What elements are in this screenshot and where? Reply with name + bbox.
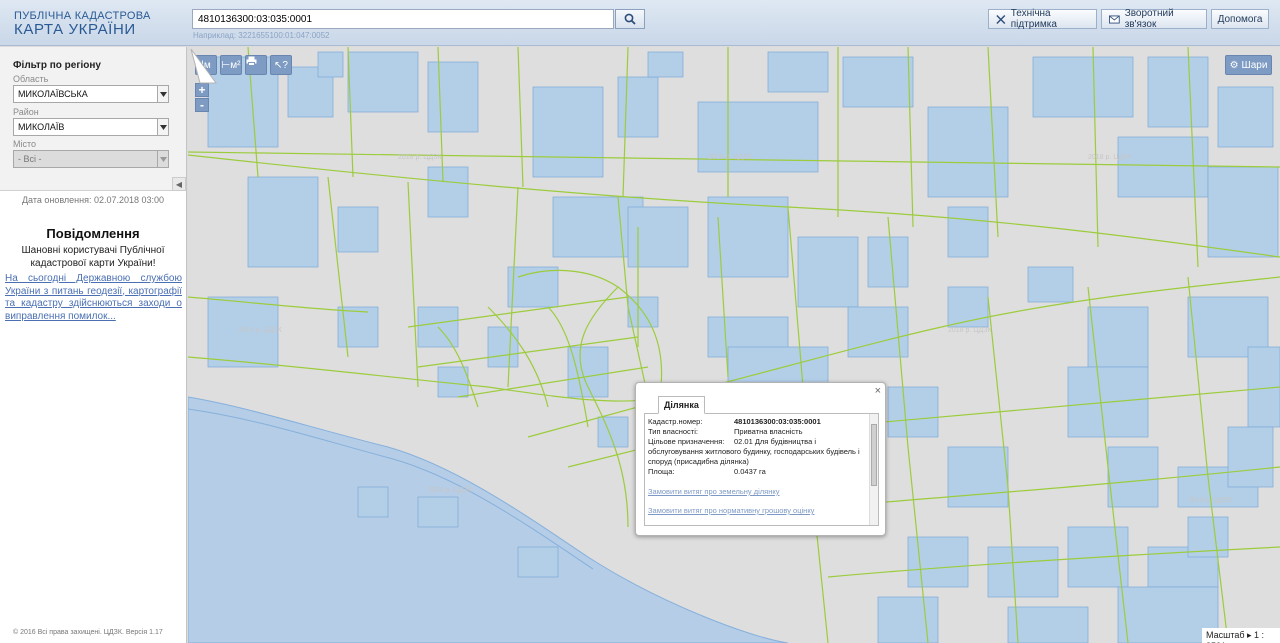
row-value: 0.0437 га [734, 467, 766, 476]
svg-text:2018 р. ЦДЗК: 2018 р. ЦДЗК [428, 487, 472, 494]
city-label: Місто [13, 139, 37, 149]
parcel-info-popup: × Ділянка Кадастр.номер: 4810136300:03:0… [635, 382, 886, 536]
zoom-out-button[interactable]: - [195, 98, 209, 112]
scale-indicator: Масштаб ▸ 1 : 8531 [1202, 628, 1280, 643]
tech-support-label: Технічна підтримка [1010, 8, 1057, 30]
tab-parcel[interactable]: Ділянка [658, 396, 705, 414]
chevron-down-icon [157, 86, 168, 102]
svg-text:2018 р. ЦДЗК: 2018 р. ЦДЗК [238, 327, 282, 334]
print-button[interactable] [245, 55, 267, 75]
feedback-button[interactable]: Зворотний зв'язок [1101, 8, 1207, 30]
measure-area-button[interactable]: ⊢м² [220, 55, 242, 75]
svg-text:2018 р. ЦДЗК: 2018 р. ЦДЗК [708, 154, 752, 161]
row-value: 02.01 Для будівництва і обслуговування ж… [648, 437, 860, 466]
district-label: Район [13, 107, 39, 117]
svg-text:2018 р. ЦДЗК: 2018 р. ЦДЗК [398, 154, 442, 161]
gear-icon: ⚙ [1229, 59, 1239, 71]
feedback-label: Зворотний зв'язок [1124, 8, 1174, 30]
help-button[interactable]: Допомога [1211, 9, 1269, 29]
area-ruler-icon: ⊢м² [221, 59, 241, 71]
site-logo[interactable]: ПУБЛІЧНА КАДАСТРОВА КАРТА УКРАЇНИ [14, 10, 151, 38]
row-key: Кадастр.номер: [648, 417, 703, 426]
notice-link[interactable]: На сьогодні Державною службою України з … [5, 273, 182, 323]
region-select[interactable]: МИКОЛАЇВСЬКА [13, 85, 169, 103]
cursor-question-icon: ↖? [274, 59, 288, 71]
row-value: 4810136300:03:035:0001 [734, 417, 821, 426]
header-bar: ПУБЛІЧНА КАДАСТРОВА КАРТА УКРАЇНИ Наприк… [0, 0, 1280, 46]
notice-greeting: Шановні користувачі Публічної кадастрово… [21, 245, 165, 269]
district-select-value: МИКОЛАЇВ [18, 122, 65, 132]
tech-support-button[interactable]: Технічна підтримка [988, 8, 1097, 30]
row-key: Тип власності: [648, 427, 698, 436]
help-label: Допомога [1217, 13, 1263, 25]
tools-icon [996, 14, 1006, 24]
row-purpose: Цільове призначення: 02.01 Для будівницт… [648, 437, 870, 467]
layers-button[interactable]: ⚙ Шари [1225, 55, 1272, 75]
chevron-down-icon [157, 119, 168, 135]
scrollbar-thumb[interactable] [871, 424, 877, 486]
layers-label: Шари [1241, 59, 1268, 71]
svg-text:2018 р. ЦДЗК: 2018 р. ЦДЗК [948, 327, 992, 334]
envelope-icon [1109, 14, 1120, 24]
sidebar: Фільтр по регіону Область МИКОЛАЇВСЬКА Р… [0, 47, 187, 643]
region-filter-panel: Фільтр по регіону Область МИКОЛАЇВСЬКА Р… [0, 47, 186, 191]
svg-text:2018 р. ЦДЗК: 2018 р. ЦДЗК [1188, 497, 1232, 504]
chevron-down-icon [157, 151, 168, 167]
svg-text:2018 р. ЦДЗК: 2018 р. ЦДЗК [1088, 154, 1132, 161]
search-icon [624, 13, 636, 25]
popup-scrollbar[interactable] [869, 414, 878, 525]
copyright: © 2016 Всі права захищені. ЦДЗК. Версія … [13, 629, 163, 636]
logo-line2: КАРТА УКРАЇНИ [14, 21, 136, 38]
region-select-value: МИКОЛАЇВСЬКА [18, 89, 88, 99]
row-value: Приватна власність [734, 427, 803, 436]
search-example-hint: Наприклад: 3221655100:01:047:0052 [193, 31, 330, 40]
close-icon[interactable]: × [875, 385, 881, 397]
collapse-sidebar-button[interactable]: ◀ [172, 177, 186, 191]
printer-icon [246, 56, 257, 66]
filter-title: Фільтр по регіону [13, 60, 101, 71]
city-select[interactable]: - Всі - [13, 150, 169, 168]
cadastral-search-input[interactable] [192, 9, 614, 29]
region-label: Область [13, 74, 49, 84]
popup-pointer [190, 48, 217, 84]
district-select[interactable]: МИКОЛАЇВ [13, 118, 169, 136]
search-button[interactable] [615, 9, 645, 29]
zoom-in-button[interactable]: + [195, 83, 209, 97]
cadastral-map[interactable]: 2018 р. ЦДЗК 2018 р. ЦДЗК 2018 р. ЦДЗК 201… [188, 47, 1280, 643]
identify-button[interactable]: ↖? [270, 55, 292, 75]
update-date: Дата оновлення: 02.07.2018 03:00 [21, 195, 165, 205]
city-select-value: - Всі - [18, 154, 42, 164]
map-canvas[interactable]: 2018 р. ЦДЗК 2018 р. ЦДЗК 2018 р. ЦДЗК 201… [188, 47, 1280, 643]
order-valuation-extract-link[interactable]: Замовити витяг про нормативну грошову оц… [648, 506, 814, 515]
notice-title: Повідомлення [46, 226, 140, 241]
row-key: Площа: [648, 467, 675, 476]
chevron-left-icon: ◀ [175, 179, 183, 189]
parcel-info-body: Кадастр.номер: 4810136300:03:035:0001 Ти… [644, 413, 879, 526]
order-parcel-extract-link[interactable]: Замовити витяг про земельну ділянку [648, 487, 780, 496]
